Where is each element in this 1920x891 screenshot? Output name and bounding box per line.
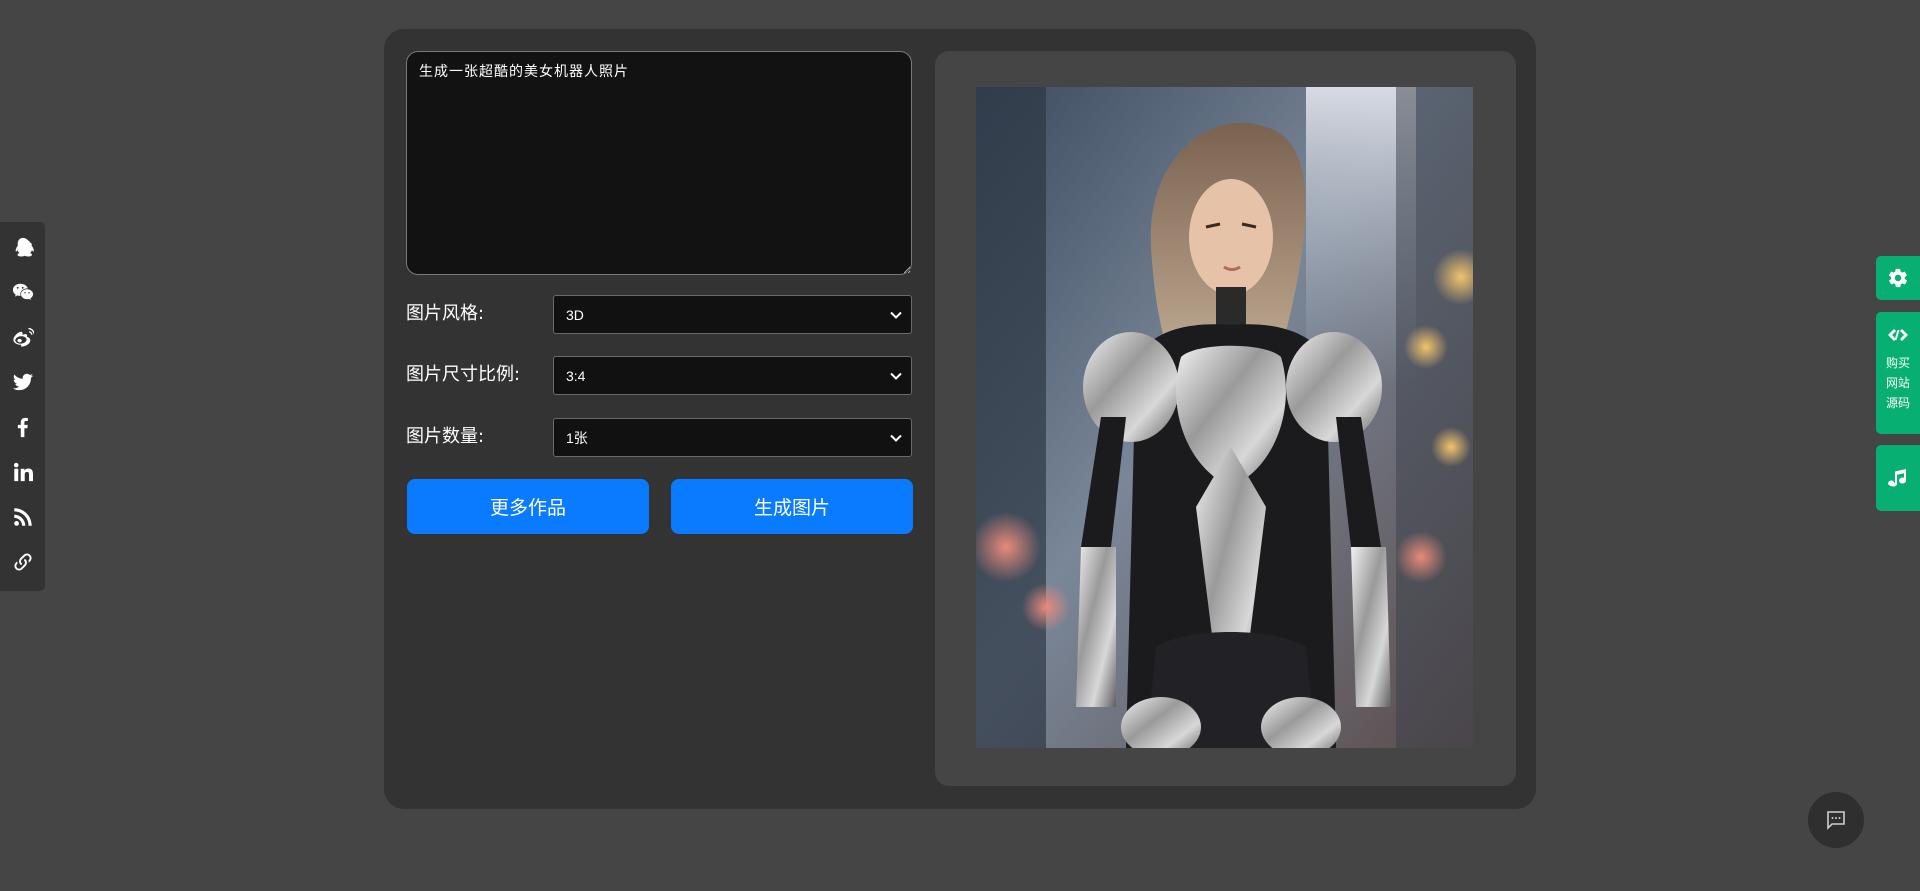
settings-button[interactable] [1876,256,1920,300]
preview-frame [935,51,1516,786]
ratio-label: 图片尺寸比例: [406,364,521,385]
style-label: 图片风格: [406,303,485,324]
buy-source-button[interactable]: 购买 网站 源码 [1876,312,1920,434]
prompt-input[interactable] [406,51,912,275]
linkedin-icon[interactable] [10,459,35,484]
count-label: 图片数量: [406,426,485,447]
link-icon[interactable] [10,549,35,574]
music-button[interactable] [1876,445,1920,511]
count-select-value: 1张 [566,429,588,446]
buy-label-line2: 网站 [1885,376,1910,390]
chevron-down-icon [889,308,903,322]
music-note-icon [1888,469,1906,487]
count-select[interactable]: 1张 [553,418,912,457]
wechat-icon[interactable] [10,279,35,304]
more-works-button[interactable]: 更多作品 [407,479,649,534]
generator-panel: 图片风格: 3D 图片尺寸比例: 3:4 图片数量: 1张 更多作品 生成图片 [384,29,1536,809]
qq-icon[interactable] [10,234,35,259]
generated-image[interactable] [976,87,1473,748]
chevron-down-icon [889,369,903,383]
generate-image-button[interactable]: 生成图片 [671,479,913,534]
ratio-select[interactable]: 3:4 [553,356,912,395]
chevron-down-icon [889,431,903,445]
chat-bubble-icon [1827,811,1845,830]
buy-label-line3: 源码 [1885,396,1910,410]
facebook-icon[interactable] [10,414,35,439]
style-select-value: 3D [566,306,584,323]
weibo-icon[interactable] [10,324,35,349]
ratio-select-value: 3:4 [566,367,586,384]
social-share-bar [0,222,45,591]
style-select[interactable]: 3D [553,295,912,334]
twitter-icon[interactable] [10,369,35,394]
chat-button[interactable] [1808,792,1864,848]
gear-icon [1888,268,1908,288]
buy-label-line1: 购买 [1885,356,1910,370]
diamond-link-icon [1888,329,1908,341]
rss-icon[interactable] [10,504,35,529]
